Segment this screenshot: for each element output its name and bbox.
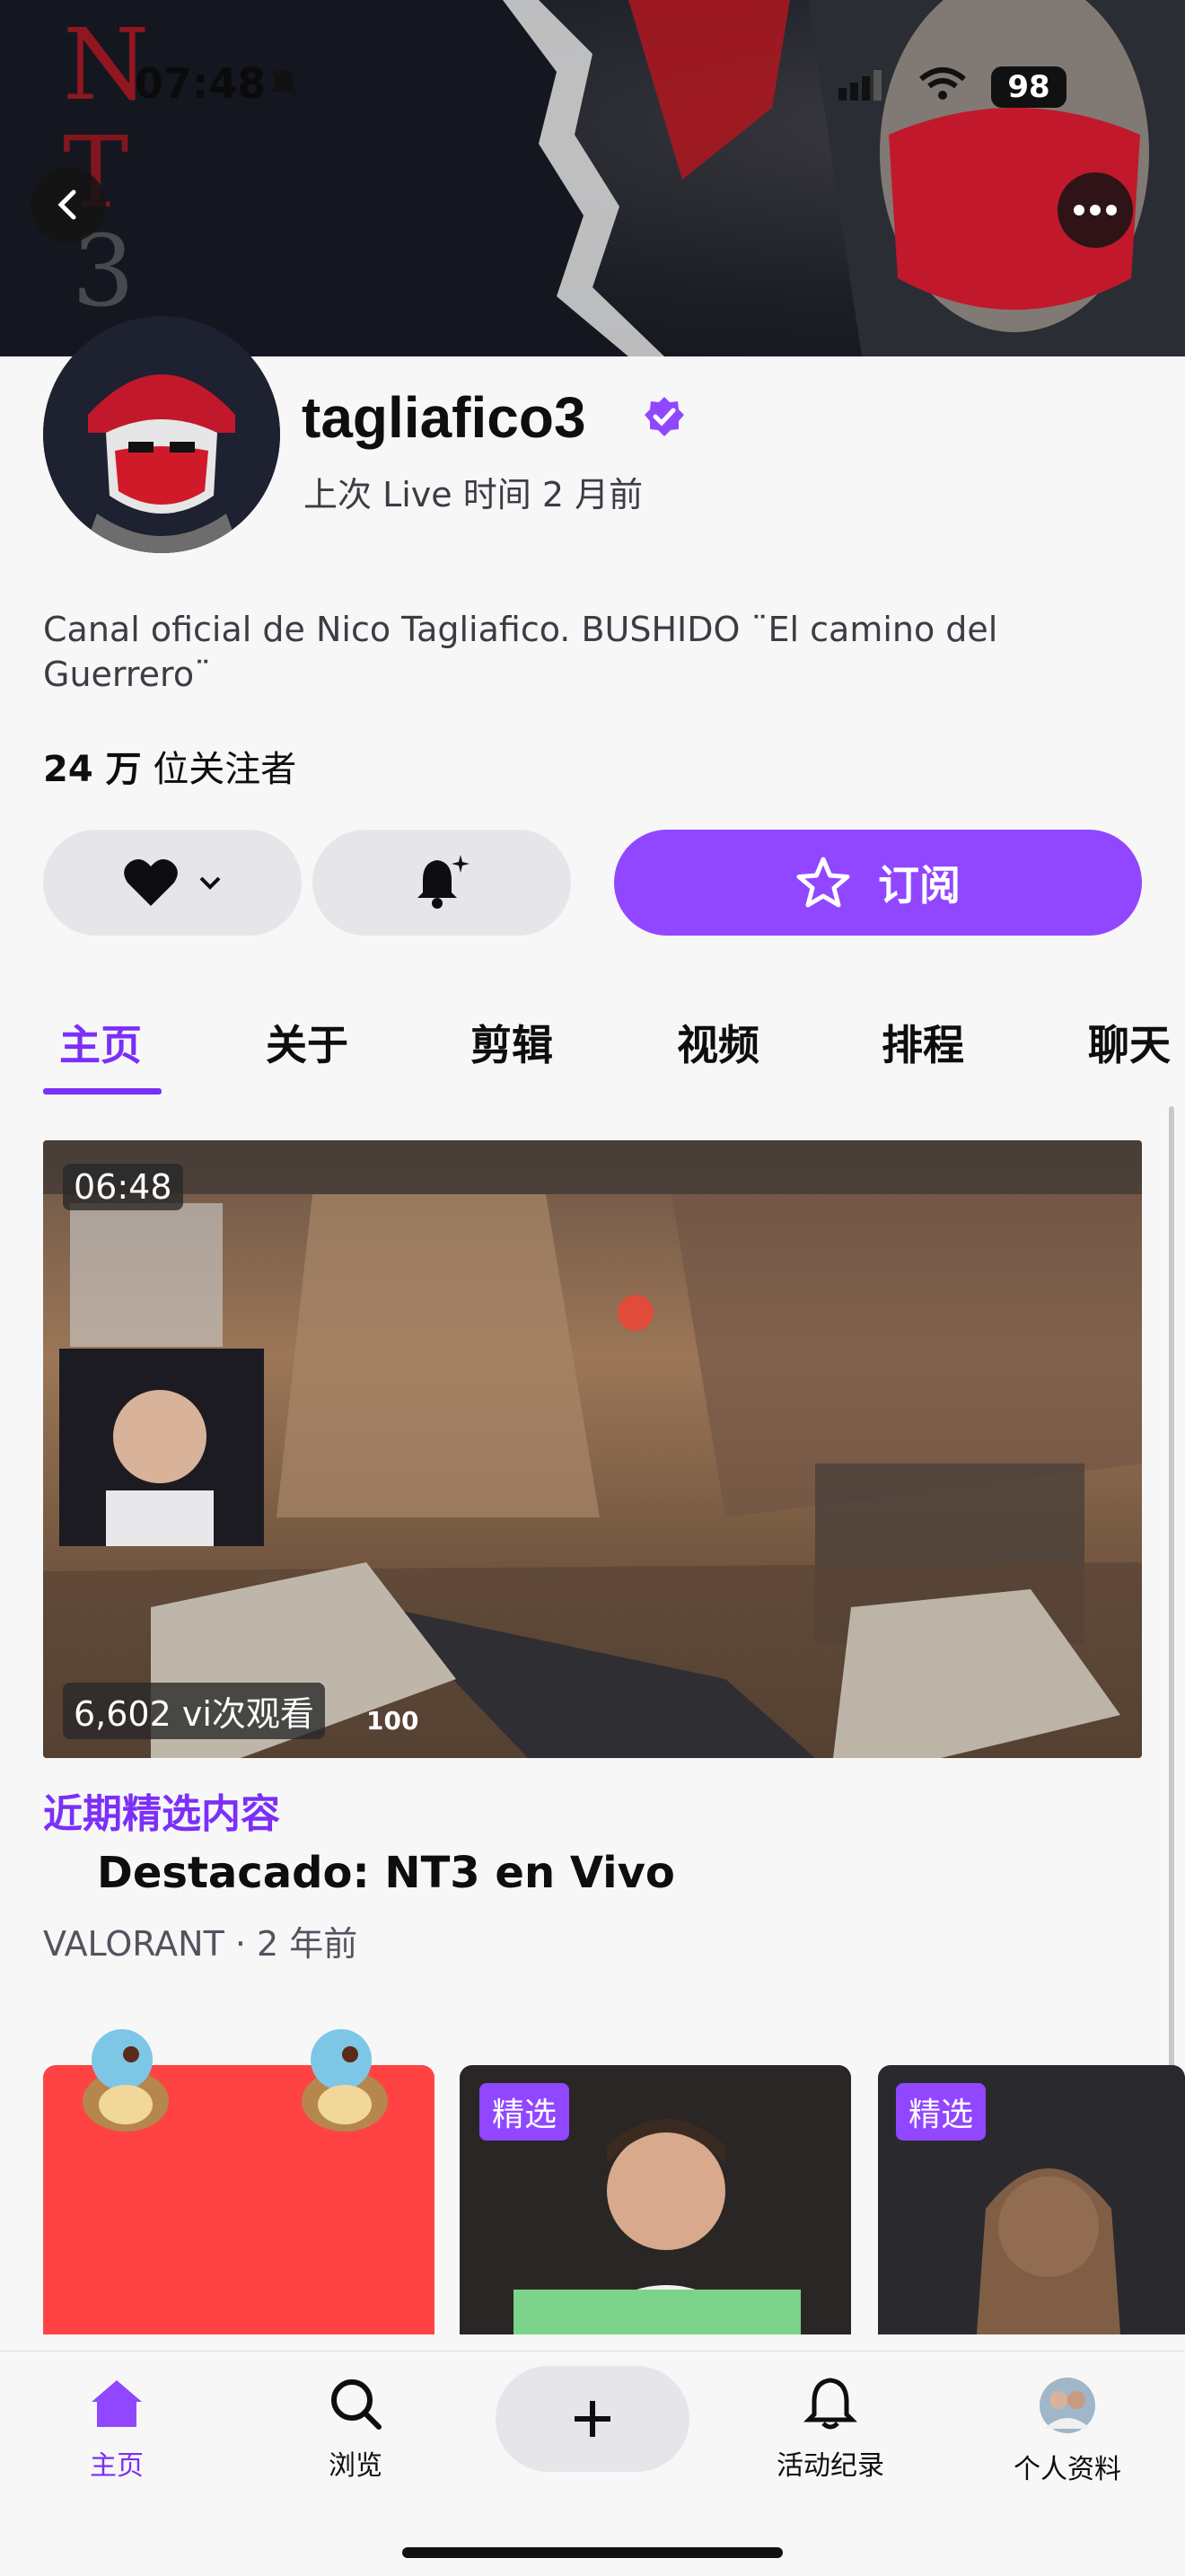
bell-plus-icon	[417, 855, 470, 909]
squirtle-sticker-icon	[302, 2029, 388, 2132]
notification-button[interactable]	[312, 830, 571, 936]
followers-suffix: 位关注者	[153, 749, 297, 790]
featured-video-thumbnail[interactable]: 06:48 6,602 vi次观看 100	[43, 1140, 1142, 1758]
channel-name: tagliafico3	[302, 385, 586, 450]
featured-badge: 精选	[896, 2083, 987, 2141]
nav-home[interactable]: 主页	[63, 2377, 171, 2483]
nav-profile-label: 个人资料	[1014, 2454, 1121, 2485]
create-button[interactable]	[496, 2366, 689, 2472]
bottom-navigation: 主页 浏览 活动纪录 个人资料	[0, 2351, 1185, 2576]
chevron-down-icon	[199, 876, 221, 890]
hud-health: 100	[366, 1706, 419, 1736]
clip-card-2[interactable]: 精选	[460, 2065, 851, 2334]
video-title[interactable]: Destacado: NT3 en Vivo	[97, 1848, 675, 1898]
clip-card-3[interactable]: 精选	[878, 2065, 1185, 2334]
status-time: 07:48	[135, 59, 267, 108]
follow-button[interactable]	[43, 830, 302, 936]
battery-indicator: 98	[991, 66, 1066, 108]
mute-icon	[269, 68, 298, 97]
channel-banner: N T 3 07:48 98	[0, 0, 1185, 356]
subscribe-button[interactable]: 订阅	[614, 830, 1142, 936]
last-live-text: 上次 Live 时间 2 月前	[303, 475, 644, 514]
more-button[interactable]	[1058, 172, 1133, 248]
video-duration: 06:48	[63, 1164, 183, 1210]
home-icon	[92, 2380, 142, 2427]
followers-count: 24 万 位关注者	[43, 740, 296, 792]
tab-home[interactable]: 主页	[59, 1013, 142, 1072]
channel-avatar[interactable]	[43, 316, 280, 553]
followers-number: 24 万	[43, 749, 142, 790]
nav-home-label: 主页	[90, 2450, 144, 2482]
heart-icon	[124, 858, 178, 906]
search-icon	[331, 2379, 382, 2430]
more-dots-icon	[1074, 205, 1117, 215]
signal-icon	[838, 70, 882, 101]
tab-about[interactable]: 关于	[266, 1013, 348, 1072]
scrollbar[interactable]	[1169, 1106, 1174, 2076]
nav-activity-label: 活动纪录	[777, 2450, 884, 2482]
avatar	[1040, 2378, 1095, 2433]
subscribe-label: 订阅	[878, 861, 961, 910]
plus-icon	[575, 2401, 610, 2437]
tab-videos[interactable]: 视频	[677, 1013, 759, 1072]
avatar-art	[43, 316, 280, 553]
banner-art: N T 3	[0, 0, 1185, 356]
tab-schedule[interactable]: 排程	[882, 1013, 964, 1072]
wifi-icon	[919, 67, 966, 100]
tab-clips[interactable]: 剪辑	[470, 1013, 553, 1072]
back-button[interactable]	[31, 167, 106, 242]
channel-description: Canal oficial de Nico Tagliafico. BUSHID…	[43, 610, 998, 694]
verified-badge-icon	[645, 397, 684, 436]
nav-browse[interactable]: 浏览	[302, 2377, 409, 2483]
featured-section-label: 近期精选内容	[43, 1791, 280, 1837]
home-indicator	[402, 2547, 783, 2558]
chevron-left-icon	[57, 189, 76, 220]
bell-icon	[803, 2378, 857, 2430]
video-views: 6,602 vi次观看	[63, 1683, 325, 1739]
nav-activity[interactable]: 活动纪录	[763, 2377, 898, 2483]
channel-tabs: 主页 关于 剪辑 视频 排程 聊天	[0, 1006, 1185, 1095]
nav-profile[interactable]: 个人资料	[1000, 2377, 1135, 2486]
gameplay-art	[43, 1140, 1142, 1758]
star-icon	[796, 857, 850, 908]
tab-chat[interactable]: 聊天	[1088, 1013, 1171, 1072]
featured-badge: 精选	[479, 2083, 570, 2141]
video-meta: VALORANT · 2 年前	[43, 1924, 358, 1964]
tab-active-indicator	[43, 1088, 162, 1095]
squirtle-sticker-icon	[83, 2029, 169, 2132]
nav-browse-label: 浏览	[329, 2450, 382, 2482]
